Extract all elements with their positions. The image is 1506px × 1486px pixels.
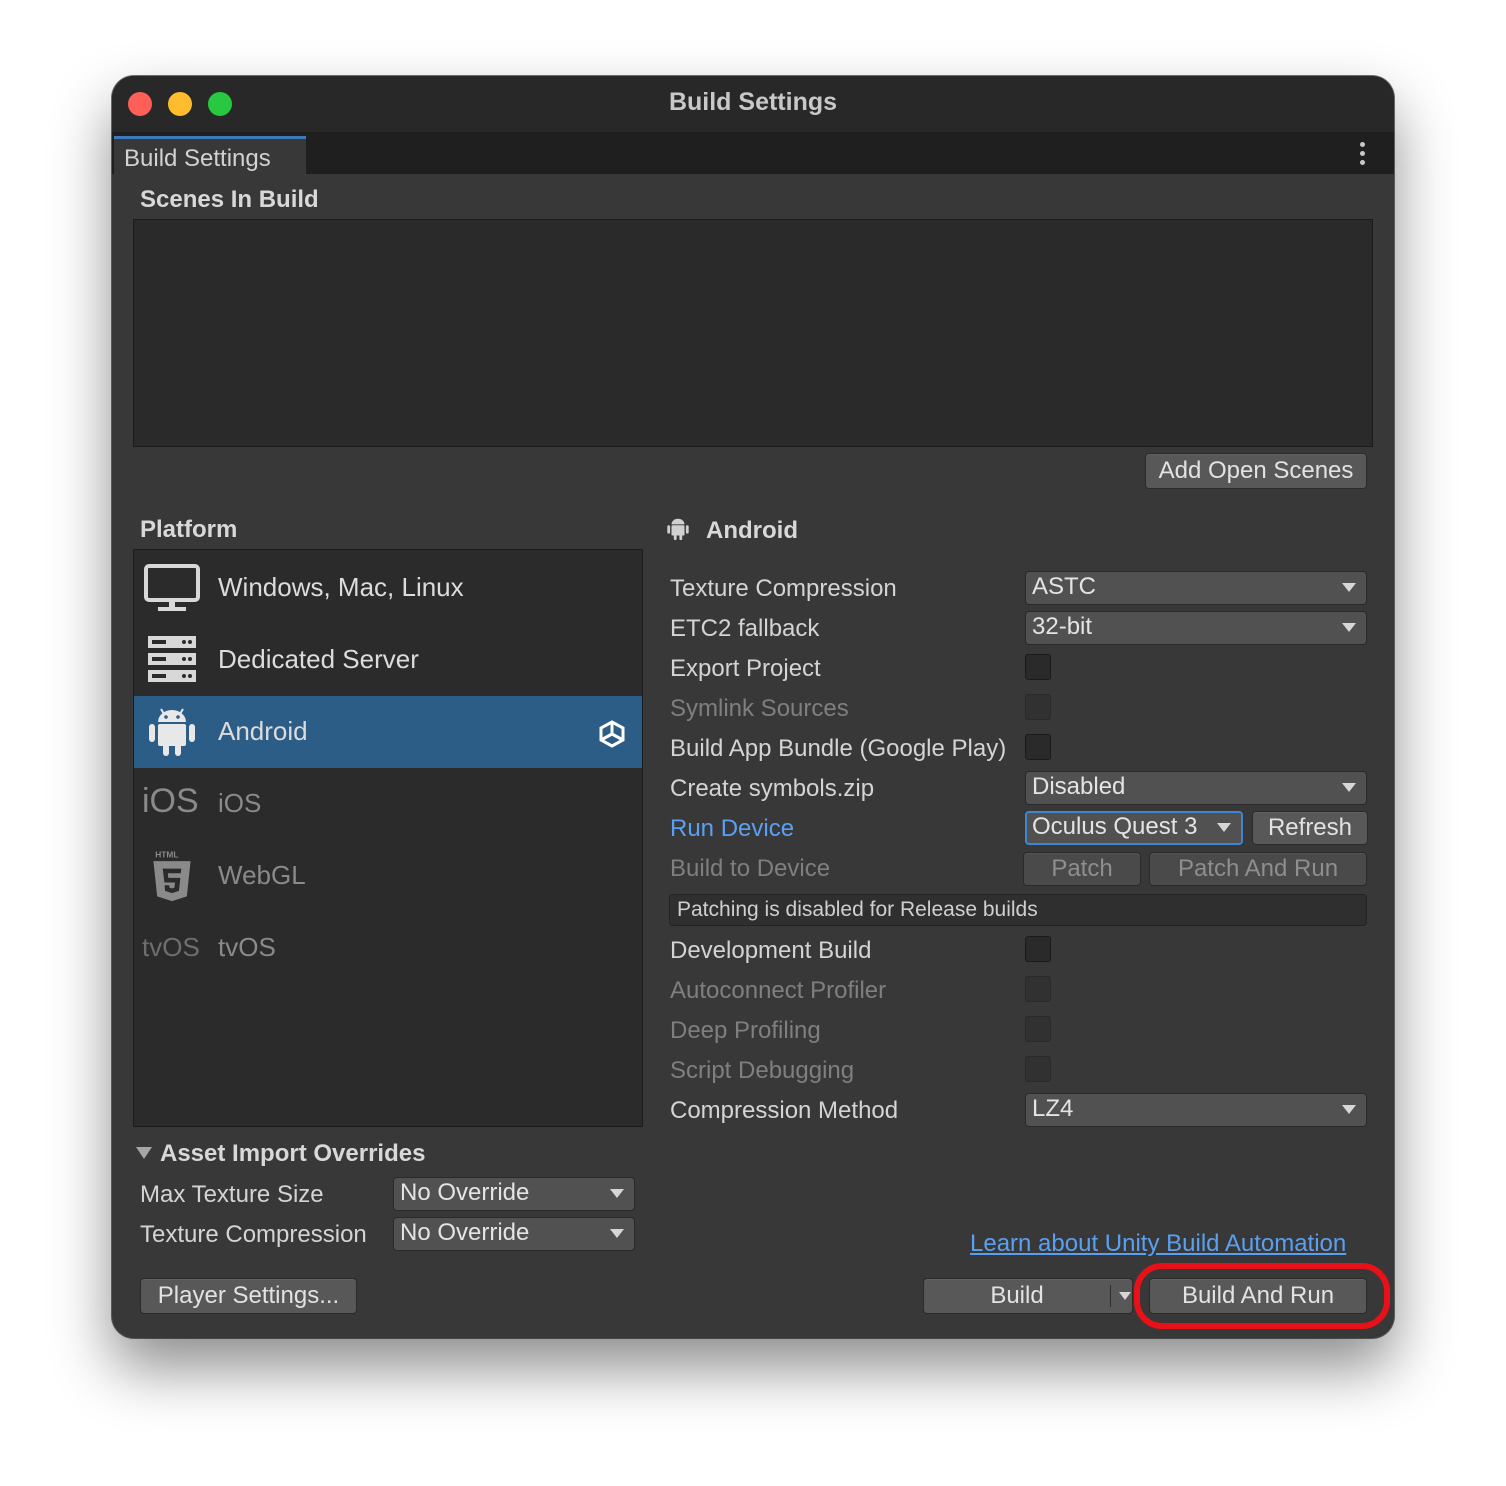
html5-icon-text: HTML xyxy=(155,850,178,859)
refresh-button[interactable]: Refresh xyxy=(1252,811,1368,845)
tab-build-settings[interactable]: Build Settings xyxy=(114,136,306,174)
chevron-down-icon xyxy=(610,1229,624,1238)
autoconnect-profiler-checkbox[interactable] xyxy=(1025,976,1051,1002)
patching-info-text: Patching is disabled for Release builds xyxy=(677,898,1038,921)
foldout-arrow-icon[interactable] xyxy=(136,1147,152,1159)
run-device-dropdown[interactable]: Oculus Quest 3 xyxy=(1025,811,1243,845)
max-texture-size-dropdown[interactable]: No Override xyxy=(393,1177,635,1211)
export-project-label: Export Project xyxy=(670,655,821,682)
autoconnect-profiler-label: Autoconnect Profiler xyxy=(670,977,887,1004)
platform-label: Windows, Mac, Linux xyxy=(218,572,464,602)
script-debugging-label: Script Debugging xyxy=(670,1057,855,1084)
scenes-list[interactable] xyxy=(133,219,1373,447)
asset-import-overrides-header[interactable]: Asset Import Overrides xyxy=(160,1140,425,1168)
build-app-bundle-checkbox[interactable] xyxy=(1025,734,1051,760)
chevron-down-icon xyxy=(1342,1105,1356,1114)
title-bar: Build Settings xyxy=(112,76,1394,132)
build-app-bundle-label: Build App Bundle (Google Play) xyxy=(670,735,1007,762)
symlink-sources-checkbox[interactable] xyxy=(1025,694,1051,720)
script-debugging-checkbox[interactable] xyxy=(1025,1056,1051,1082)
patching-info-box: Patching is disabled for Release builds xyxy=(669,894,1367,926)
build-button-label: Build xyxy=(990,1282,1044,1309)
build-options-chevron-icon[interactable] xyxy=(1119,1292,1131,1300)
compression-method-dropdown[interactable]: LZ4 xyxy=(1025,1093,1367,1127)
more-options-icon[interactable] xyxy=(1360,142,1366,169)
platform-item-android[interactable]: Android xyxy=(134,696,642,768)
ios-icon: iOS xyxy=(142,782,199,820)
dropdown-value: Disabled xyxy=(1032,773,1126,800)
platform-item-webgl[interactable]: HTML WebGL xyxy=(134,840,642,912)
create-symbols-dropdown[interactable]: Disabled xyxy=(1025,771,1367,805)
create-symbols-label: Create symbols.zip xyxy=(670,775,875,802)
development-build-checkbox[interactable] xyxy=(1025,936,1051,962)
export-project-checkbox[interactable] xyxy=(1025,654,1051,680)
etc2-fallback-label: ETC2 fallback xyxy=(670,615,820,642)
texture-compression-label: Texture Compression xyxy=(670,575,897,602)
patch-and-run-button[interactable]: Patch And Run xyxy=(1149,852,1367,886)
android-settings-header: Android xyxy=(706,517,798,544)
platform-label: iOS xyxy=(218,788,262,818)
android-icon xyxy=(667,518,689,541)
platform-header: Platform xyxy=(140,516,238,543)
platform-label: WebGL xyxy=(218,860,306,890)
tab-bar: Build Settings xyxy=(112,132,1394,174)
chevron-down-icon xyxy=(1342,623,1356,632)
platform-item-windows-mac-linux[interactable]: Windows, Mac, Linux xyxy=(134,552,642,624)
dropdown-value: 32-bit xyxy=(1032,613,1093,640)
player-settings-button[interactable]: Player Settings... xyxy=(140,1278,357,1314)
run-device-label: Run Device xyxy=(670,815,795,842)
dropdown-value: ASTC xyxy=(1032,573,1097,600)
texture-compression-dropdown[interactable]: ASTC xyxy=(1025,571,1367,605)
platform-item-ios[interactable]: iOS iOS xyxy=(134,768,642,840)
dropdown-value: No Override xyxy=(400,1219,530,1246)
build-button[interactable]: Build xyxy=(923,1278,1133,1314)
build-settings-window: Build Settings Build Settings Scenes In … xyxy=(112,76,1394,1338)
chevron-down-icon xyxy=(1342,583,1356,592)
dropdown-value: LZ4 xyxy=(1032,1095,1074,1122)
patch-button[interactable]: Patch xyxy=(1023,852,1141,886)
platform-list: Windows, Mac, Linux Dedicated Server And… xyxy=(133,549,643,1127)
development-build-label: Development Build xyxy=(670,937,872,964)
monitor-icon xyxy=(144,564,200,611)
chevron-down-icon xyxy=(1217,823,1231,832)
highlight-ring xyxy=(1134,1263,1390,1329)
learn-build-automation-link[interactable]: Learn about Unity Build Automation xyxy=(970,1230,1346,1258)
dropdown-value: Oculus Quest 3 xyxy=(1032,813,1198,840)
symlink-sources-label: Symlink Sources xyxy=(670,695,849,722)
max-texture-size-label: Max Texture Size xyxy=(140,1181,324,1208)
platform-label: tvOS xyxy=(218,932,276,962)
compression-method-label: Compression Method xyxy=(670,1097,899,1124)
split-divider xyxy=(1110,1285,1111,1307)
platform-item-dedicated-server[interactable]: Dedicated Server xyxy=(134,624,642,696)
add-open-scenes-button[interactable]: Add Open Scenes xyxy=(1145,453,1367,489)
android-icon xyxy=(149,708,195,756)
override-texture-compression-label: Texture Compression xyxy=(140,1221,367,1248)
platform-label: Android xyxy=(218,716,308,746)
build-to-device-label: Build to Device xyxy=(670,855,831,882)
server-icon xyxy=(148,636,196,682)
tvos-icon: tvOS xyxy=(142,932,200,962)
window-title: Build Settings xyxy=(668,88,838,116)
etc2-fallback-dropdown[interactable]: 32-bit xyxy=(1025,611,1367,645)
scenes-header: Scenes In Build xyxy=(140,186,319,213)
platform-item-tvos[interactable]: tvOS tvOS xyxy=(134,912,642,984)
unity-logo-icon xyxy=(599,720,625,748)
html5-icon: HTML xyxy=(153,850,191,902)
deep-profiling-checkbox[interactable] xyxy=(1025,1016,1051,1042)
chevron-down-icon xyxy=(610,1189,624,1198)
chevron-down-icon xyxy=(1342,783,1356,792)
dropdown-value: No Override xyxy=(400,1179,530,1206)
platform-label: Dedicated Server xyxy=(218,644,419,674)
tab-label: Build Settings xyxy=(124,145,271,172)
override-texture-compression-dropdown[interactable]: No Override xyxy=(393,1217,635,1251)
deep-profiling-label: Deep Profiling xyxy=(670,1017,821,1044)
